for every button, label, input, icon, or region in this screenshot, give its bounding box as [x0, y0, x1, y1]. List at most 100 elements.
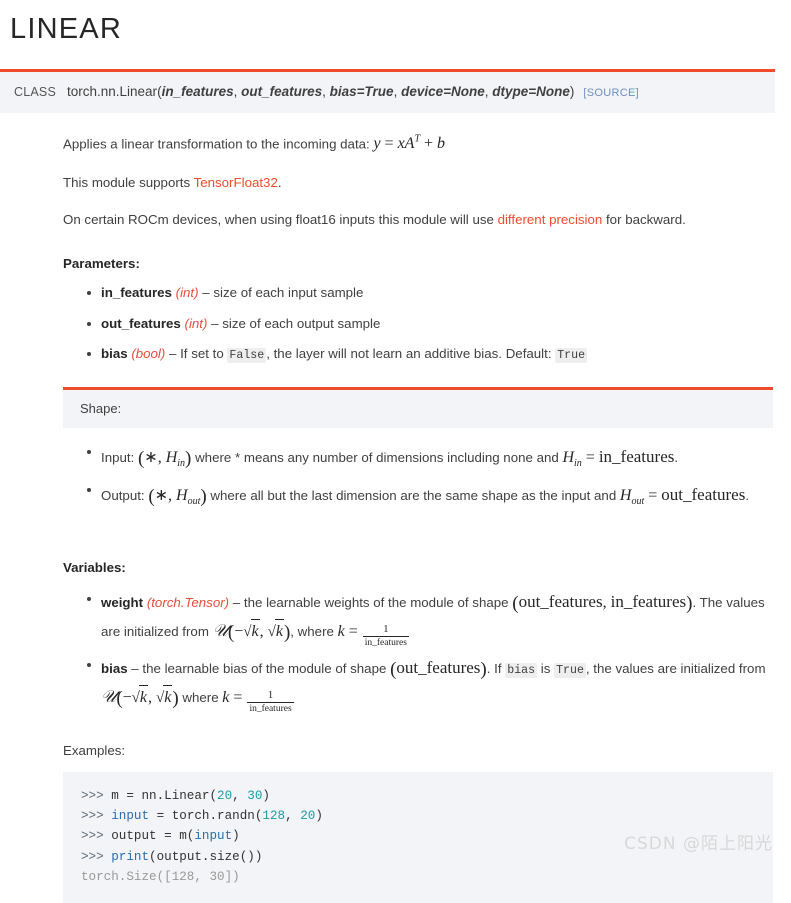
shape-input-label: Input: [101, 450, 138, 465]
param-desc-pre: If set to [180, 346, 227, 361]
list-item: Input: (∗, Hin) where * means any number… [101, 442, 773, 475]
param-desc: size of each output sample [222, 316, 380, 331]
k-numerator: 1 [363, 623, 409, 637]
signature-separator: , [394, 84, 402, 99]
shape-input-equation: Hin = in_features [562, 449, 674, 466]
code-token: , [285, 809, 300, 823]
examples-label: Examples: [63, 743, 791, 758]
param-dash: – [165, 346, 180, 361]
param-dash: – [207, 316, 222, 331]
code-token: torch.Size([128, 30]) [81, 870, 240, 884]
parameters-heading: Parameters: [63, 254, 773, 274]
bias-shape-formula: (out_features) [390, 660, 487, 677]
code-token: 20 [217, 789, 232, 803]
description-line-tf32: This module supports TensorFloat32. [63, 173, 773, 193]
page-title: LINEAR [10, 12, 791, 47]
variable-desc3: where [179, 690, 223, 705]
shape-output-equation: Hout = out_features [620, 487, 745, 504]
signature-param-in-features: in_features [162, 84, 234, 99]
code-lines: >>> m = nn.Linear(20, 30)>>> input = tor… [81, 786, 773, 888]
param-dash: – [199, 285, 214, 300]
param-name-bias: bias [101, 346, 128, 361]
param-type: (int) [176, 285, 199, 300]
k-denominator: in_features [247, 703, 293, 715]
code-token: input [194, 829, 232, 843]
description-text: Applies a linear transformation to the i… [63, 136, 373, 151]
code-token: ) [315, 809, 323, 823]
shape-input-mid2: means any number of dimensions including… [240, 450, 562, 465]
code-prompt: >>> [81, 829, 111, 843]
weight-k-definition: k = 1in_features [338, 623, 410, 640]
list-item: bias – the learnable bias of the module … [101, 655, 773, 715]
source-link[interactable]: [SOURCE] [583, 87, 639, 99]
variable-is: is [537, 661, 554, 676]
code-token: m = nn.Linear( [111, 789, 217, 803]
shape-output-label: Output: [101, 488, 148, 503]
signature-param-dtype: dtype=None [492, 84, 570, 99]
variables-section: Variables: weight (torch.Tensor) – the l… [0, 517, 791, 715]
description-line-transformation: Applies a linear transformation to the i… [63, 132, 773, 156]
signature-close-paren: ) [570, 84, 575, 99]
variable-type: (torch.Tensor) [147, 595, 229, 610]
code-prompt: >>> [81, 809, 111, 823]
inline-code-true: True [554, 663, 586, 678]
k-denominator: in_features [363, 637, 409, 649]
code-token: 30 [247, 789, 262, 803]
variables-list: weight (torch.Tensor) – the learnable we… [63, 589, 773, 715]
tf32-prefix: This module supports [63, 175, 194, 190]
shape-input-tuple: (∗, Hin) [138, 449, 191, 466]
variable-desc1: the learnable weights of the module of s… [244, 595, 512, 610]
class-keyword-label: CLASS [14, 85, 56, 99]
signature-param-device: device=None [401, 84, 485, 99]
variable-dash: – [229, 595, 244, 610]
list-item: weight (torch.Tensor) – the learnable we… [101, 589, 773, 649]
example-code-block[interactable]: >>> m = nn.Linear(20, 30)>>> input = tor… [63, 772, 773, 903]
tf32-suffix: . [278, 175, 282, 190]
variable-desc2: , the values are initialized from [586, 661, 766, 676]
shape-output-mid: where all but the last dimension are the… [207, 488, 620, 503]
code-line: >>> output = m(input) [81, 826, 773, 846]
code-line: >>> input = torch.randn(128, 20) [81, 806, 773, 826]
weight-uniform-dist: 𝒰(−√k, √k) [213, 623, 291, 640]
code-token: ) [262, 789, 270, 803]
param-name-in-features: in_features [101, 285, 172, 300]
param-desc: size of each input sample [213, 285, 363, 300]
signature-param-out-features: out_features [241, 84, 322, 99]
variable-period: . If [487, 661, 505, 676]
tensorfloat32-link[interactable]: TensorFloat32 [194, 175, 278, 190]
variable-name-weight: weight [101, 595, 143, 610]
variable-desc1: the learnable bias of the module of shap… [142, 661, 390, 676]
formula-linear-transform: y = xAT + b [373, 135, 445, 152]
list-item: Output: (∗, Hout) where all but the last… [101, 480, 773, 513]
code-token: input [111, 809, 149, 823]
param-name-out-features: out_features [101, 316, 181, 331]
signature-separator: , [234, 84, 242, 99]
code-token: 20 [300, 809, 315, 823]
code-token: = torch.randn( [149, 809, 262, 823]
class-qualified-name: torch.nn.Linear [67, 84, 157, 99]
shape-output-period: . [745, 488, 749, 503]
description-line-rocm: On certain ROCm devices, when using floa… [63, 210, 773, 230]
shape-output-tuple: (∗, Hout) [148, 487, 206, 504]
inline-code-bias: bias [505, 663, 537, 678]
rocm-suffix: for backward. [602, 212, 686, 227]
code-token: output = m( [111, 829, 194, 843]
inline-code-false: False [227, 348, 266, 363]
signature-separator: , [322, 84, 330, 99]
class-description: Applies a linear transformation to the i… [0, 132, 791, 365]
different-precision-link[interactable]: different precision [498, 212, 603, 227]
shape-input-mid: where [191, 450, 235, 465]
k-numerator: 1 [247, 689, 293, 703]
shape-list: Input: (∗, Hin) where * means any number… [63, 442, 773, 513]
rocm-prefix: On certain ROCm devices, when using floa… [63, 212, 498, 227]
variable-period: . [692, 595, 696, 610]
bias-k-definition: k = 1in_features [222, 689, 294, 706]
code-token: ) [232, 829, 240, 843]
code-line: >>> print(output.size()) [81, 847, 773, 867]
param-type: (int) [185, 316, 208, 331]
inline-code-true: True [555, 348, 587, 363]
code-line: >>> m = nn.Linear(20, 30) [81, 786, 773, 806]
code-token: , [232, 789, 247, 803]
variable-name-bias: bias [101, 661, 128, 676]
shape-input-period: . [674, 450, 678, 465]
